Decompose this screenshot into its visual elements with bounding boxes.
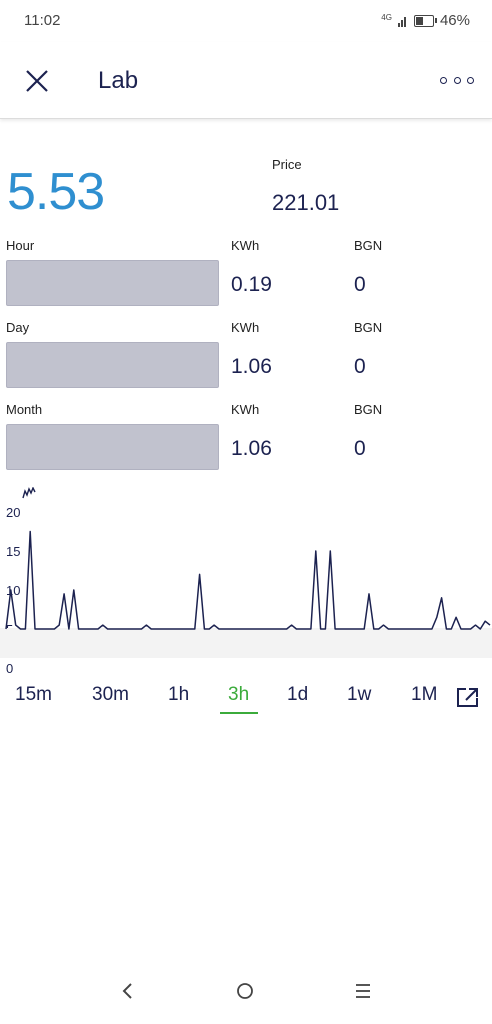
range-tab-3h[interactable]: 3h	[228, 684, 249, 706]
month-bgn-value: 0	[354, 437, 366, 460]
range-tab-1M[interactable]: 1M	[411, 684, 437, 706]
day-bgn-label: BGN	[354, 320, 383, 335]
current-power-value: 5.53	[7, 163, 105, 221]
back-icon[interactable]	[120, 982, 136, 1000]
app-header: Lab	[0, 42, 492, 119]
more-icon[interactable]	[440, 70, 474, 90]
hour-bgn-value: 0	[354, 273, 366, 296]
export-icon[interactable]	[456, 686, 480, 708]
hour-label: Hour	[6, 238, 35, 253]
range-tab-1d[interactable]: 1d	[287, 684, 308, 706]
day-bar	[6, 342, 219, 388]
usage-chart[interactable]	[0, 500, 492, 670]
signal-icon	[397, 16, 406, 27]
day-label: Day	[6, 320, 30, 335]
home-icon[interactable]	[236, 982, 254, 1000]
series-line	[5, 530, 491, 630]
hour-kwh-label: KWh	[231, 238, 260, 253]
hour-kwh-value: 0.19	[231, 273, 272, 296]
price-label: Price	[272, 157, 302, 172]
day-kwh-value: 1.06	[231, 355, 272, 378]
month-bgn-label: BGN	[354, 402, 383, 417]
month-label: Month	[6, 402, 43, 417]
network-label: 4G	[381, 12, 392, 22]
month-kwh-label: KWh	[231, 402, 260, 417]
page-title: Lab	[98, 67, 139, 94]
status-time: 11:02	[24, 12, 61, 29]
day-kwh-label: KWh	[231, 320, 260, 335]
hour-bgn-label: BGN	[354, 238, 383, 253]
close-icon[interactable]	[22, 66, 52, 96]
hour-bar	[6, 260, 219, 306]
menu-icon[interactable]	[355, 982, 371, 1000]
month-kwh-value: 1.06	[231, 437, 272, 460]
range-tab-30m[interactable]: 30m	[92, 684, 129, 706]
day-bgn-value: 0	[354, 355, 366, 378]
range-tab-15m[interactable]: 15m	[15, 684, 52, 706]
battery-percent: 46%	[439, 12, 470, 29]
range-tab-1w[interactable]: 1w	[347, 684, 371, 706]
month-bar	[6, 424, 219, 470]
battery-icon	[413, 14, 437, 27]
active-range-indicator	[220, 712, 258, 714]
chart-icon[interactable]	[22, 487, 38, 499]
range-tab-1h[interactable]: 1h	[168, 684, 189, 706]
price-value: 221.01	[272, 190, 340, 215]
status-indicators: 4G 46%	[381, 12, 470, 29]
